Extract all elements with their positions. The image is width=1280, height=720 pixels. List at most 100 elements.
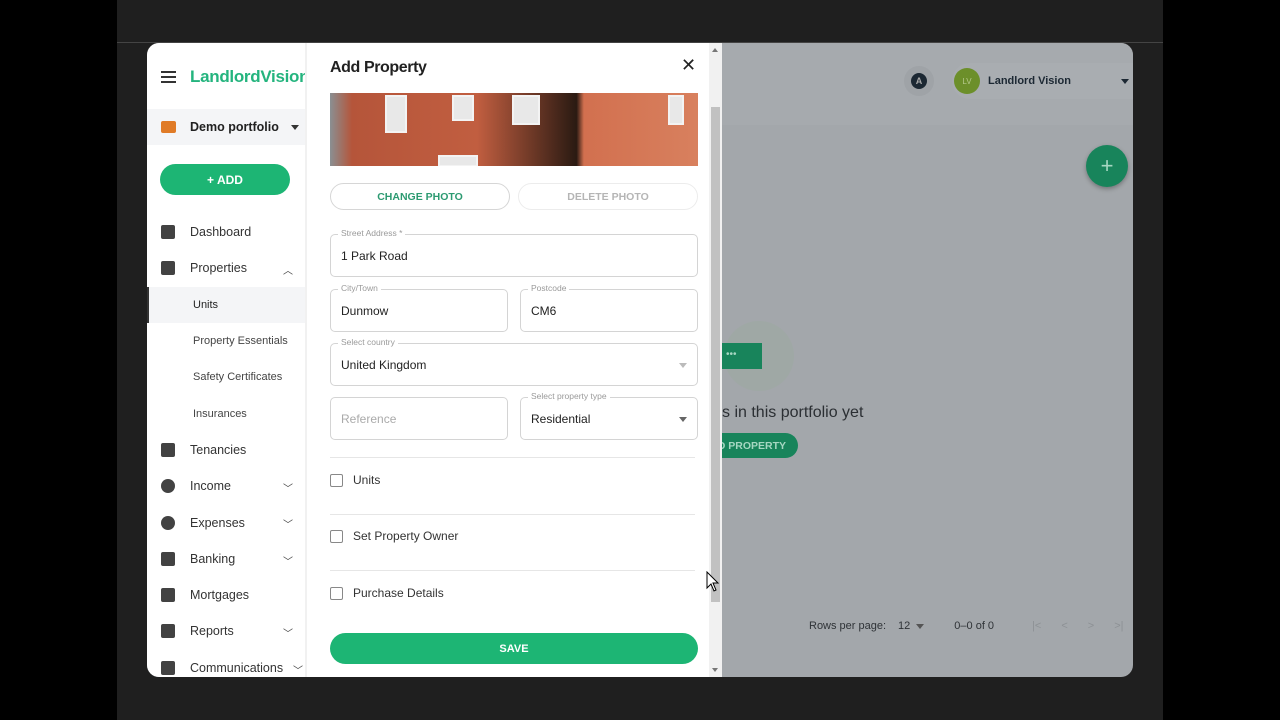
- next-page-icon[interactable]: >: [1088, 620, 1094, 632]
- change-photo-button[interactable]: CHANGE PHOTO: [330, 183, 510, 210]
- pagination: Rows per page: 12 0–0 of 0 |< < > >|: [809, 620, 1124, 632]
- add-property-button[interactable]: D PROPERTY: [712, 433, 798, 458]
- label: Income: [190, 479, 231, 494]
- sidebar-item-income[interactable]: Income ﹀: [147, 468, 305, 504]
- avatar: LV: [954, 68, 980, 94]
- sidebar-nav: Dashboard Properties ︿ Units Property Ess…: [147, 214, 305, 677]
- sidebar-item-tenancies[interactable]: Tenancies: [147, 432, 305, 468]
- checkbox-box[interactable]: [330, 586, 343, 600]
- caret-down-icon: [1121, 79, 1129, 84]
- dialog-title: Add Property: [330, 59, 427, 76]
- rows-per-page-label: Rows per page:: [809, 620, 887, 632]
- hamburger-menu-icon[interactable]: [161, 71, 176, 83]
- label: Dashboard: [190, 225, 252, 240]
- label: Banking: [190, 551, 236, 566]
- chevron-up-icon: ︿: [283, 266, 293, 278]
- label: Communications: [190, 660, 284, 675]
- field-value: Dunmow: [341, 304, 389, 318]
- chevron-down-icon: ﹀: [283, 484, 293, 496]
- contact-icon: [161, 442, 175, 457]
- checkbox-box[interactable]: [330, 529, 343, 543]
- chat-icon: [161, 660, 175, 675]
- caret-down-icon: [290, 124, 299, 130]
- app-window: LandlordVision Demo portfolio + ADD Dash…: [147, 43, 1133, 677]
- label: Expenses: [190, 515, 245, 530]
- sidebar-item-dashboard[interactable]: Dashboard: [147, 214, 305, 250]
- rows-per-page-select[interactable]: 12: [898, 620, 910, 632]
- label: Units: [193, 298, 219, 311]
- label: Property Essentials: [193, 335, 288, 348]
- sidebar-item-property-essentials[interactable]: Property Essentials: [147, 323, 305, 359]
- field-placeholder: Reference: [341, 412, 397, 426]
- field-label: City/Town: [338, 283, 381, 293]
- label: Safety Certificates: [193, 371, 283, 384]
- scrollbar-thumb[interactable]: [711, 107, 720, 602]
- label: Tenancies: [190, 442, 247, 457]
- label: Properties: [190, 261, 247, 276]
- set-property-owner-checkbox[interactable]: Set Property Owner: [330, 529, 458, 543]
- delete-photo-button[interactable]: DELETE PHOTO: [518, 183, 698, 210]
- purchase-details-checkbox[interactable]: Purchase Details: [330, 586, 444, 600]
- sidebar-item-expenses[interactable]: Expenses ﹀: [147, 504, 305, 540]
- field-value: 1 Park Road: [341, 249, 408, 263]
- logo: LandlordVision: [190, 67, 310, 86]
- sidebar-item-safety-certificates[interactable]: Safety Certificates: [147, 359, 305, 395]
- sidebar-item-banking[interactable]: Banking ﹀: [147, 541, 305, 577]
- prev-page-icon[interactable]: <: [1061, 620, 1067, 632]
- sidebar: LandlordVision Demo portfolio + ADD Dash…: [147, 43, 317, 677]
- add-fab-button[interactable]: +: [1086, 145, 1128, 187]
- label: Insurances: [193, 407, 247, 420]
- home-icon: [161, 261, 175, 276]
- briefcase-icon: [161, 121, 176, 133]
- main-content: A LV Landlord Vision + ••• s in this por…: [712, 43, 1133, 677]
- label: Reports: [190, 624, 234, 639]
- top-bar: A LV Landlord Vision: [722, 43, 1133, 125]
- close-icon[interactable]: ✕: [681, 55, 696, 76]
- checkbox-box[interactable]: [330, 473, 343, 487]
- accessibility-icon: A: [911, 73, 927, 89]
- pound-house-icon: [161, 588, 175, 603]
- bank-icon: [161, 551, 175, 566]
- caret-down-icon: [679, 417, 687, 422]
- property-type-select[interactable]: Select property type Residential: [520, 391, 698, 440]
- scroll-down-icon[interactable]: [712, 668, 718, 672]
- mouse-cursor-icon: [706, 571, 720, 592]
- caret-down-icon: [916, 623, 925, 629]
- field-label: Postcode: [528, 283, 570, 293]
- units-checkbox[interactable]: Units: [330, 473, 380, 487]
- sidebar-item-properties[interactable]: Properties ︿: [147, 250, 305, 286]
- field-value: Residential: [531, 412, 591, 426]
- checkbox-label: Set Property Owner: [353, 529, 459, 543]
- field-value: CM6: [531, 304, 557, 318]
- chevron-down-icon: ﹀: [283, 556, 293, 568]
- portfolio-selector[interactable]: Demo portfolio: [147, 109, 305, 145]
- reference-field[interactable]: Reference: [330, 397, 508, 440]
- add-button[interactable]: + ADD: [160, 164, 290, 195]
- street-address-field[interactable]: Street Address * 1 Park Road: [330, 228, 698, 277]
- scroll-up-icon[interactable]: [712, 48, 718, 52]
- dashboard-icon: [161, 225, 175, 240]
- add-property-dialog: Add Property ✕ CHANGE PHOTO DELETE PHOTO…: [307, 43, 722, 677]
- sidebar-item-communications[interactable]: Communications ﹀: [147, 650, 305, 677]
- field-label: Select country: [338, 337, 398, 347]
- user-menu[interactable]: LV Landlord Vision: [952, 63, 1133, 99]
- postcode-field[interactable]: Postcode CM6: [520, 283, 698, 332]
- first-page-icon[interactable]: |<: [1032, 620, 1041, 632]
- sidebar-item-reports[interactable]: Reports ﹀: [147, 613, 305, 649]
- field-label: Street Address *: [338, 228, 406, 238]
- save-button[interactable]: SAVE: [330, 633, 698, 664]
- city-field[interactable]: City/Town Dunmow: [330, 283, 508, 332]
- user-name: Landlord Vision: [988, 75, 1071, 87]
- country-select[interactable]: Select country United Kingdom: [330, 337, 698, 386]
- last-page-icon[interactable]: >|: [1114, 620, 1123, 632]
- plus-circle-icon: [161, 479, 175, 494]
- divider: [330, 514, 695, 515]
- sidebar-item-units[interactable]: Units: [147, 286, 305, 323]
- chevron-down-icon: ﹀: [283, 629, 293, 641]
- page-range: 0–0 of 0: [954, 620, 995, 632]
- sidebar-item-mortgages[interactable]: Mortgages: [147, 577, 305, 613]
- divider: [330, 457, 695, 458]
- checkbox-label: Units: [353, 473, 381, 487]
- accessibility-button[interactable]: A: [904, 66, 934, 96]
- sidebar-item-insurances[interactable]: Insurances: [147, 395, 305, 431]
